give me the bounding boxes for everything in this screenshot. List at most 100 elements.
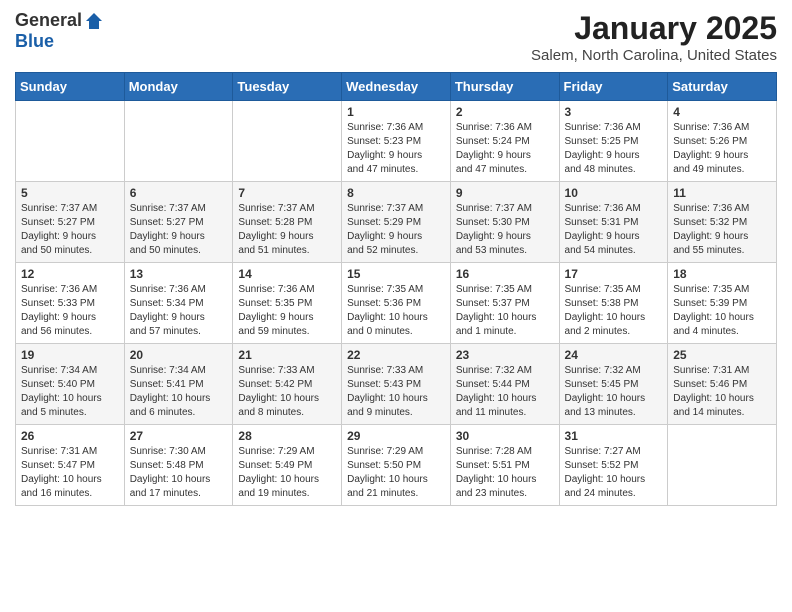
day-info: Sunrise: 7:28 AM Sunset: 5:51 PM Dayligh… (456, 445, 554, 501)
day-number: 9 (456, 186, 554, 200)
calendar-cell: 3 Sunrise: 7:36 AM Sunset: 5:25 PM Daylig… (559, 101, 668, 182)
day-of-week-header: Monday (124, 73, 233, 101)
day-info: Sunrise: 7:37 AM Sunset: 5:27 PM Dayligh… (21, 202, 119, 258)
calendar-cell: 17 Sunrise: 7:35 AM Sunset: 5:38 PM Dayli… (559, 263, 668, 344)
header: General Blue January 2025 Salem, North C… (15, 10, 777, 64)
day-number: 12 (21, 267, 119, 281)
day-info: Sunrise: 7:31 AM Sunset: 5:46 PM Dayligh… (673, 364, 771, 420)
calendar-table: SundayMondayTuesdayWednesdayThursdayFrid… (15, 72, 777, 506)
day-info: Sunrise: 7:36 AM Sunset: 5:33 PM Dayligh… (21, 283, 119, 339)
day-info: Sunrise: 7:36 AM Sunset: 5:32 PM Dayligh… (673, 202, 771, 258)
day-of-week-header: Saturday (668, 73, 777, 101)
calendar-cell: 28 Sunrise: 7:29 AM Sunset: 5:49 PM Dayli… (233, 425, 342, 506)
day-info: Sunrise: 7:27 AM Sunset: 5:52 PM Dayligh… (565, 445, 663, 501)
day-number: 1 (347, 105, 445, 119)
day-number: 15 (347, 267, 445, 281)
location: Salem, North Carolina, United States (531, 47, 777, 64)
calendar-cell (233, 101, 342, 182)
day-info: Sunrise: 7:33 AM Sunset: 5:42 PM Dayligh… (238, 364, 336, 420)
calendar-cell: 18 Sunrise: 7:35 AM Sunset: 5:39 PM Dayli… (668, 263, 777, 344)
day-info: Sunrise: 7:36 AM Sunset: 5:26 PM Dayligh… (673, 121, 771, 177)
day-info: Sunrise: 7:36 AM Sunset: 5:25 PM Dayligh… (565, 121, 663, 177)
day-number: 28 (238, 429, 336, 443)
day-info: Sunrise: 7:37 AM Sunset: 5:29 PM Dayligh… (347, 202, 445, 258)
day-number: 21 (238, 348, 336, 362)
calendar-container: General Blue January 2025 Salem, North C… (0, 0, 792, 516)
calendar-cell: 9Sunrise: 7:37 AM Sunset: 5:30 PM Daylig… (450, 182, 559, 263)
month-title: January 2025 (531, 10, 777, 47)
calendar-cell: 21 Sunrise: 7:33 AM Sunset: 5:42 PM Dayli… (233, 344, 342, 425)
day-of-week-header: Wednesday (342, 73, 451, 101)
calendar-cell: 20Sunrise: 7:34 AM Sunset: 5:41 PM Dayli… (124, 344, 233, 425)
calendar-cell: 5 Sunrise: 7:37 AM Sunset: 5:27 PM Daylig… (16, 182, 125, 263)
day-number: 13 (130, 267, 228, 281)
day-info: Sunrise: 7:29 AM Sunset: 5:49 PM Dayligh… (238, 445, 336, 501)
day-number: 26 (21, 429, 119, 443)
logo-blue-text: Blue (15, 31, 54, 52)
day-info: Sunrise: 7:37 AM Sunset: 5:28 PM Dayligh… (238, 202, 336, 258)
day-number: 31 (565, 429, 663, 443)
day-info: Sunrise: 7:36 AM Sunset: 5:34 PM Dayligh… (130, 283, 228, 339)
calendar-cell: 12 Sunrise: 7:36 AM Sunset: 5:33 PM Dayli… (16, 263, 125, 344)
day-number: 16 (456, 267, 554, 281)
day-of-week-header: Tuesday (233, 73, 342, 101)
day-of-week-header: Sunday (16, 73, 125, 101)
calendar-week-row: 1 Sunrise: 7:36 AM Sunset: 5:23 PM Daylig… (16, 101, 777, 182)
calendar-cell: 31 Sunrise: 7:27 AM Sunset: 5:52 PM Dayli… (559, 425, 668, 506)
day-number: 4 (673, 105, 771, 119)
day-number: 6 (130, 186, 228, 200)
calendar-cell: 4 Sunrise: 7:36 AM Sunset: 5:26 PM Daylig… (668, 101, 777, 182)
calendar-week-row: 5 Sunrise: 7:37 AM Sunset: 5:27 PM Daylig… (16, 182, 777, 263)
day-info: Sunrise: 7:36 AM Sunset: 5:23 PM Dayligh… (347, 121, 445, 177)
day-number: 7 (238, 186, 336, 200)
day-number: 29 (347, 429, 445, 443)
title-section: January 2025 Salem, North Carolina, Unit… (531, 10, 777, 64)
day-info: Sunrise: 7:35 AM Sunset: 5:36 PM Dayligh… (347, 283, 445, 339)
calendar-cell: 11Sunrise: 7:36 AM Sunset: 5:32 PM Dayli… (668, 182, 777, 263)
day-number: 23 (456, 348, 554, 362)
calendar-cell: 14Sunrise: 7:36 AM Sunset: 5:35 PM Dayli… (233, 263, 342, 344)
day-of-week-header: Thursday (450, 73, 559, 101)
calendar-cell: 26Sunrise: 7:31 AM Sunset: 5:47 PM Dayli… (16, 425, 125, 506)
calendar-cell: 22 Sunrise: 7:33 AM Sunset: 5:43 PM Dayli… (342, 344, 451, 425)
day-info: Sunrise: 7:29 AM Sunset: 5:50 PM Dayligh… (347, 445, 445, 501)
day-number: 14 (238, 267, 336, 281)
calendar-header-row: SundayMondayTuesdayWednesdayThursdayFrid… (16, 73, 777, 101)
logo: General Blue (15, 10, 104, 52)
calendar-cell: 7 Sunrise: 7:37 AM Sunset: 5:28 PM Daylig… (233, 182, 342, 263)
calendar-cell: 13 Sunrise: 7:36 AM Sunset: 5:34 PM Dayli… (124, 263, 233, 344)
day-number: 17 (565, 267, 663, 281)
day-number: 30 (456, 429, 554, 443)
calendar-cell (668, 425, 777, 506)
day-number: 3 (565, 105, 663, 119)
day-number: 25 (673, 348, 771, 362)
day-info: Sunrise: 7:32 AM Sunset: 5:44 PM Dayligh… (456, 364, 554, 420)
calendar-cell: 8Sunrise: 7:37 AM Sunset: 5:29 PM Daylig… (342, 182, 451, 263)
day-info: Sunrise: 7:32 AM Sunset: 5:45 PM Dayligh… (565, 364, 663, 420)
day-number: 27 (130, 429, 228, 443)
day-info: Sunrise: 7:35 AM Sunset: 5:38 PM Dayligh… (565, 283, 663, 339)
day-number: 18 (673, 267, 771, 281)
calendar-week-row: 26Sunrise: 7:31 AM Sunset: 5:47 PM Dayli… (16, 425, 777, 506)
day-number: 5 (21, 186, 119, 200)
calendar-cell (16, 101, 125, 182)
logo-general-text: General (15, 10, 82, 31)
calendar-cell: 29 Sunrise: 7:29 AM Sunset: 5:50 PM Dayli… (342, 425, 451, 506)
day-info: Sunrise: 7:36 AM Sunset: 5:24 PM Dayligh… (456, 121, 554, 177)
calendar-cell: 10Sunrise: 7:36 AM Sunset: 5:31 PM Dayli… (559, 182, 668, 263)
day-info: Sunrise: 7:36 AM Sunset: 5:31 PM Dayligh… (565, 202, 663, 258)
calendar-cell: 24Sunrise: 7:32 AM Sunset: 5:45 PM Dayli… (559, 344, 668, 425)
calendar-cell: 23 Sunrise: 7:32 AM Sunset: 5:44 PM Dayli… (450, 344, 559, 425)
calendar-week-row: 12 Sunrise: 7:36 AM Sunset: 5:33 PM Dayli… (16, 263, 777, 344)
calendar-cell: 2Sunrise: 7:36 AM Sunset: 5:24 PM Daylig… (450, 101, 559, 182)
calendar-cell (124, 101, 233, 182)
day-number: 22 (347, 348, 445, 362)
day-of-week-header: Friday (559, 73, 668, 101)
day-info: Sunrise: 7:35 AM Sunset: 5:39 PM Dayligh… (673, 283, 771, 339)
logo-icon (84, 11, 104, 31)
calendar-cell: 1 Sunrise: 7:36 AM Sunset: 5:23 PM Daylig… (342, 101, 451, 182)
calendar-week-row: 19Sunrise: 7:34 AM Sunset: 5:40 PM Dayli… (16, 344, 777, 425)
calendar-cell: 15 Sunrise: 7:35 AM Sunset: 5:36 PM Dayli… (342, 263, 451, 344)
day-info: Sunrise: 7:33 AM Sunset: 5:43 PM Dayligh… (347, 364, 445, 420)
day-info: Sunrise: 7:30 AM Sunset: 5:48 PM Dayligh… (130, 445, 228, 501)
